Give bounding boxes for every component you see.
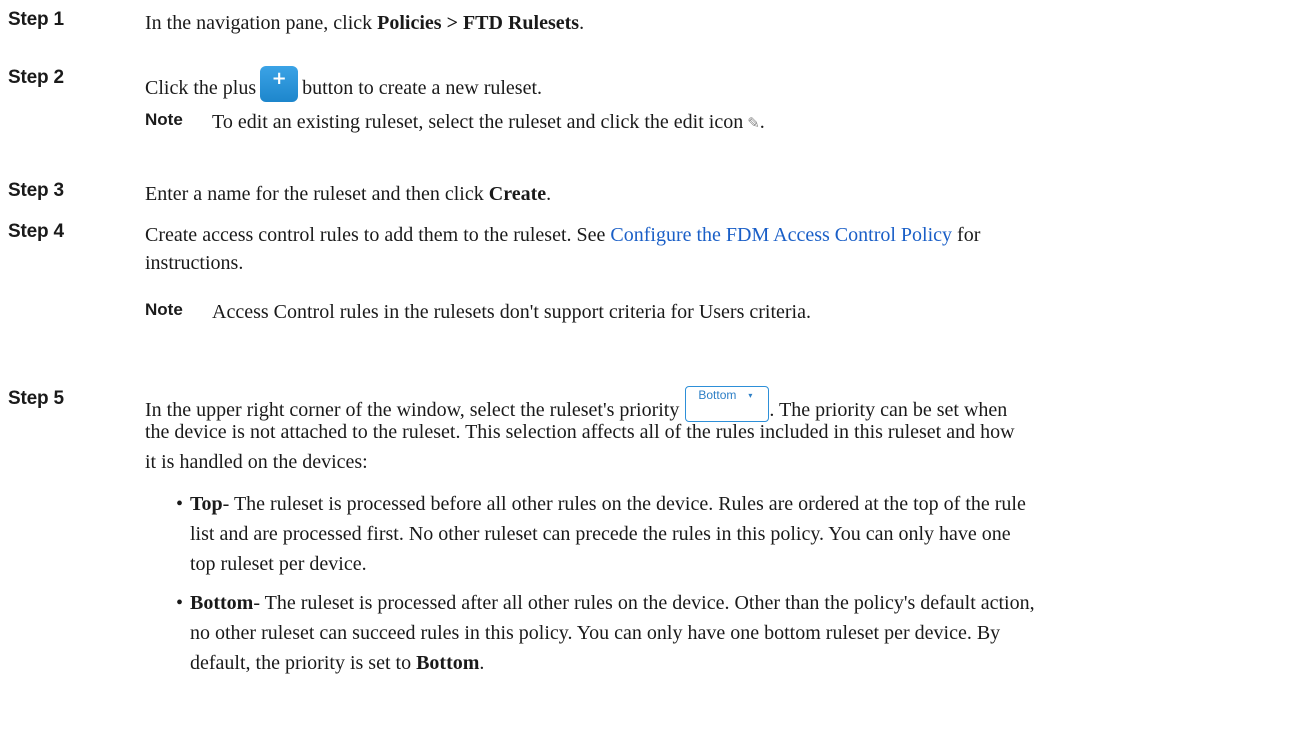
- step-2-note-body: To edit an existing ruleset, select the …: [212, 111, 744, 133]
- bullet-top-line3: top ruleset per device.: [190, 553, 367, 575]
- step-1-post: .: [579, 12, 585, 34]
- bullet-bottom-line1-text: - The ruleset is processed after all oth…: [253, 592, 1035, 614]
- bullet-top-line2: list and are processed first. No other r…: [190, 523, 1011, 545]
- step-4-label: Step 4: [8, 221, 64, 242]
- plus-glyph: +: [271, 68, 287, 89]
- bullet-bottom-line3: default, the priority is set to Bottom.: [190, 648, 1290, 678]
- step-1-text: In the navigation pane, click Policies >…: [145, 8, 584, 38]
- step-2-note-label: Note: [145, 110, 183, 129]
- bullet-bottom-line2: no other ruleset can succeed rules in th…: [190, 622, 1001, 644]
- step-4-note-label: Note: [145, 300, 183, 319]
- step-1-label: Step 1: [8, 9, 64, 30]
- step-2-note-end: .: [759, 111, 765, 133]
- step-2-note-text: To edit an existing ruleset, select the …: [212, 107, 765, 138]
- step-5-label: Step 5: [8, 388, 64, 409]
- chevron-down-icon: ▾: [748, 391, 753, 400]
- step-2-post: button to create a new ruleset.: [302, 77, 543, 99]
- step-3-bold: Create: [488, 183, 547, 205]
- step-4-line2: instructions.: [145, 252, 244, 274]
- bullet-dot: •: [176, 592, 184, 614]
- bullet-bottom-line3-post: .: [479, 652, 485, 674]
- plus-button-icon: +: [260, 66, 299, 102]
- bullet-bottom-term: Bottom: [190, 592, 254, 614]
- bullet-bottom-line3-pre: default, the priority is set to: [190, 652, 417, 674]
- bullet-top: • Top- The ruleset is processed before a…: [176, 489, 1290, 579]
- step-4-pre: Create access control rules to add them …: [145, 224, 611, 246]
- bullet-top-line1-text: - The ruleset is processed before all ot…: [222, 493, 1026, 515]
- bullet-top-line1: Top- The ruleset is processed before all…: [190, 489, 1290, 519]
- step-1-pre: In the navigation pane, click: [145, 12, 378, 34]
- bullet-bottom-line3-bold: Bottom: [416, 652, 480, 674]
- step-3-label: Step 3: [8, 180, 64, 201]
- step-4-note-text: Access Control rules in the rulesets don…: [212, 301, 811, 323]
- step-2-text: Click the plus + button to create a new ru…: [145, 66, 542, 103]
- step-1-bold: Policies > FTD Rulesets: [377, 12, 580, 34]
- priority-dropdown-label: Bottom: [698, 388, 737, 402]
- step-2-label: Step 2: [8, 67, 64, 88]
- pencil-icon: ✎: [747, 114, 760, 132]
- step-3-pre: Enter a name for the ruleset and then cl…: [145, 183, 489, 205]
- step-3-post: .: [546, 183, 552, 205]
- step-2-pre: Click the plus: [145, 77, 257, 99]
- bullet-bottom-line1: Bottom- The ruleset is processed after a…: [190, 588, 1290, 618]
- bullet-bottom: • Bottom- The ruleset is processed after…: [176, 588, 1290, 678]
- step-4-post: for: [952, 224, 981, 246]
- step-4-text: Create access control rules to add them …: [145, 220, 980, 250]
- step-3-text: Enter a name for the ruleset and then cl…: [145, 179, 551, 209]
- bullet-dot: •: [176, 493, 184, 515]
- bullet-top-term: Top: [190, 493, 223, 515]
- step-5-line3: it is handled on the devices:: [145, 451, 368, 473]
- fdm-access-control-link[interactable]: Configure the FDM Access Control Policy: [610, 224, 952, 246]
- step-5-line2: the device is not attached to the rulese…: [145, 421, 1015, 443]
